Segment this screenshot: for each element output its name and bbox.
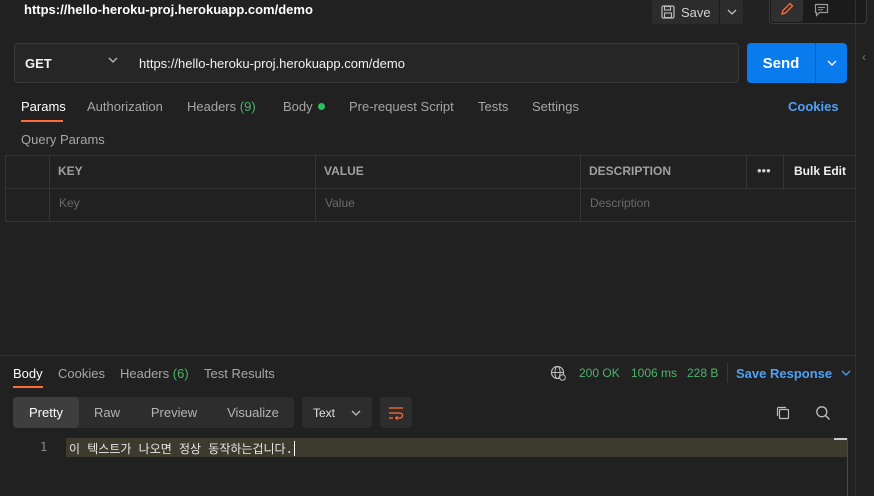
table-border-top [5, 155, 855, 156]
response-body-text: 이 텍스트가 나오면 정상 동작하는겁니다. [69, 442, 293, 456]
table-col-divider [315, 155, 316, 221]
comments-button[interactable] [806, 0, 836, 22]
active-response-tab-indicator [13, 386, 43, 388]
pencil-icon [781, 2, 794, 15]
tab-headers-label: Headers [187, 99, 237, 114]
pane-divider[interactable] [0, 355, 855, 356]
line-number: 1 [40, 440, 48, 454]
table-row-border [5, 221, 855, 222]
table-header-border [5, 188, 855, 189]
chevron-down-icon [841, 370, 851, 376]
method-select[interactable]: GET [14, 43, 129, 83]
format-select[interactable]: Text [302, 397, 372, 428]
tab-body[interactable]: Body [283, 99, 325, 114]
send-button[interactable]: Send [747, 43, 815, 83]
view-raw-button[interactable]: Raw [81, 397, 133, 428]
request-title[interactable]: https://hello-heroku-proj.herokuapp.com/… [24, 2, 313, 17]
text-cursor [293, 441, 295, 456]
body-indicator-dot [317, 103, 325, 110]
status-separator [727, 363, 728, 383]
save-response-button[interactable]: Save Response [736, 366, 851, 381]
response-tab-body[interactable]: Body [13, 366, 43, 381]
status-code[interactable]: 200 OK [579, 366, 620, 380]
column-header-description: DESCRIPTION [589, 164, 672, 178]
comment-icon [814, 3, 828, 17]
response-size[interactable]: 228 B [687, 366, 718, 380]
table-col-divider [783, 155, 784, 188]
response-tab-cookies[interactable]: Cookies [58, 366, 105, 381]
table-col-divider [746, 155, 747, 188]
param-value-input[interactable]: Value [325, 196, 355, 210]
more-options-button[interactable]: ••• [757, 163, 771, 178]
tab-headers[interactable]: Headers (9) [187, 99, 256, 114]
chevron-down-icon [108, 57, 118, 63]
globe-icon[interactable] [550, 365, 566, 384]
tab-authorization[interactable]: Authorization [87, 99, 163, 114]
cookies-link[interactable]: Cookies [788, 99, 839, 114]
tab-body-label: Body [283, 99, 313, 114]
response-headers-count: (6) [172, 366, 189, 381]
scrollbar-track[interactable] [847, 438, 848, 496]
bulk-edit-button[interactable]: Bulk Edit [794, 164, 846, 178]
chevron-down-icon [827, 60, 836, 66]
table-border-left [5, 155, 6, 221]
url-input[interactable]: https://hello-heroku-proj.herokuapp.com/… [128, 43, 739, 83]
view-visualize-button[interactable]: Visualize [215, 397, 291, 428]
chevron-down-icon [351, 410, 361, 416]
save-options-button[interactable] [719, 0, 743, 24]
column-header-value: VALUE [324, 164, 364, 178]
response-body-editor[interactable]: 이 텍스트가 나오면 정상 동작하는겁니다. [69, 440, 295, 457]
scrollbar-thumb[interactable] [834, 438, 848, 440]
url-text: https://hello-heroku-proj.herokuapp.com/… [139, 55, 405, 71]
tab-tests[interactable]: Tests [478, 99, 508, 114]
view-preview-button[interactable]: Preview [137, 397, 211, 428]
response-tab-headers[interactable]: Headers (6) [120, 366, 189, 381]
sidebar-collapse-icon[interactable]: ‹ [862, 50, 866, 64]
tab-params[interactable]: Params [21, 99, 66, 114]
save-button[interactable]: Save [652, 0, 719, 24]
param-key-input[interactable]: Key [59, 196, 80, 210]
headers-count: (9) [239, 99, 256, 114]
wrap-icon [389, 406, 404, 420]
active-tab-indicator [21, 120, 63, 122]
format-label: Text [313, 405, 336, 420]
save-icon [661, 5, 675, 19]
right-sidebar-divider [855, 0, 856, 496]
table-col-divider [49, 155, 50, 221]
chevron-down-icon [727, 9, 736, 15]
response-tab-test-results[interactable]: Test Results [204, 366, 275, 381]
method-label: GET [25, 55, 52, 71]
search-icon[interactable] [815, 405, 831, 424]
save-label: Save [681, 4, 711, 20]
tab-prerequest-script[interactable]: Pre-request Script [349, 99, 454, 114]
send-options-button[interactable] [815, 43, 847, 83]
response-time[interactable]: 1006 ms [631, 366, 677, 380]
param-description-input[interactable]: Description [590, 196, 650, 210]
query-params-title: Query Params [21, 132, 105, 147]
table-col-divider [580, 155, 581, 221]
column-header-key: KEY [58, 164, 83, 178]
tab-settings[interactable]: Settings [532, 99, 579, 114]
wrap-lines-button[interactable] [380, 397, 412, 428]
copy-icon[interactable] [775, 405, 791, 424]
edit-mode-button[interactable] [771, 0, 803, 22]
save-response-label: Save Response [736, 366, 833, 381]
response-tab-headers-label: Headers [120, 366, 170, 381]
view-pretty-button[interactable]: Pretty [13, 397, 79, 428]
